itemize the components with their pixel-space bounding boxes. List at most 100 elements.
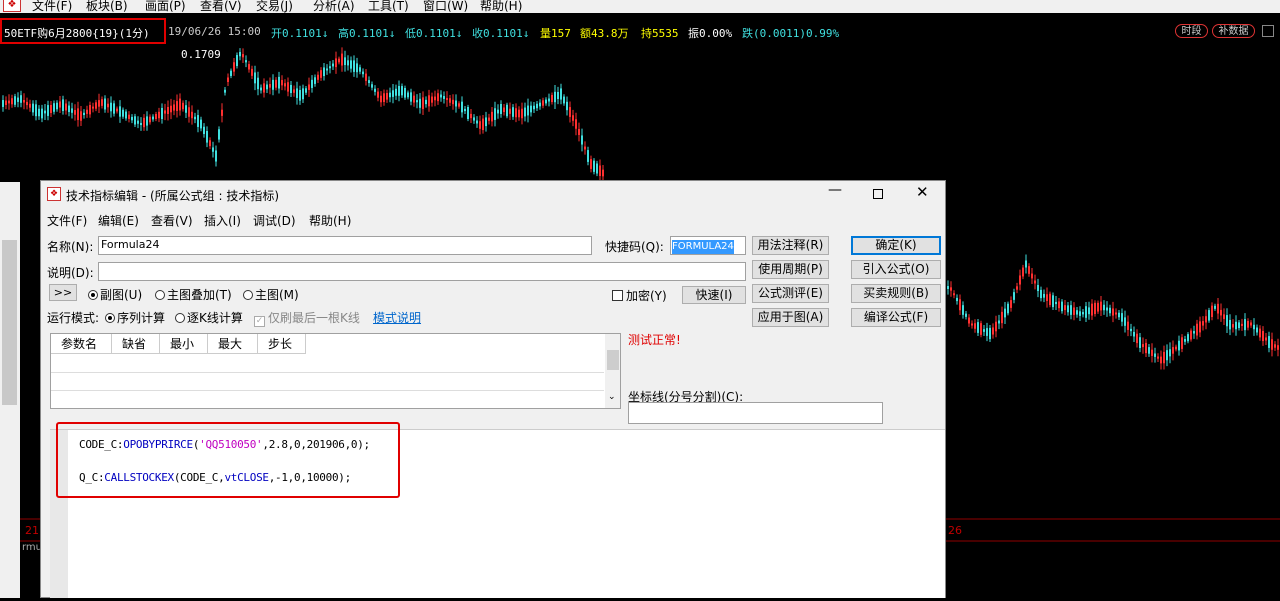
candle-body bbox=[458, 103, 460, 107]
grid-scroll-down-icon[interactable]: ⌄ bbox=[608, 392, 616, 402]
close-icon[interactable]: ✕ bbox=[916, 183, 929, 201]
formula-test-button[interactable]: 公式测评(E) bbox=[752, 284, 829, 303]
grid-scrollbar[interactable]: ⌄ bbox=[605, 334, 620, 408]
radio-per-bar[interactable]: 逐K线计算 bbox=[175, 309, 243, 326]
menu-window[interactable]: 窗口(W) bbox=[423, 0, 468, 13]
desc-input[interactable] bbox=[98, 262, 746, 281]
candle-body bbox=[464, 108, 466, 112]
candle-body bbox=[1262, 330, 1264, 342]
dialog-menu-help[interactable]: 帮助(H) bbox=[309, 212, 351, 229]
chart-close-icon[interactable] bbox=[1262, 25, 1274, 37]
candle-body bbox=[602, 169, 604, 177]
radio-sub-chart[interactable]: 副图(U) bbox=[88, 286, 142, 303]
compile-formula-button[interactable]: 编译公式(F) bbox=[851, 308, 941, 327]
radio-sequence[interactable]: 序列计算 bbox=[105, 309, 165, 326]
menu-analysis[interactable]: 分析(A) bbox=[313, 0, 355, 13]
candle-body bbox=[506, 104, 508, 117]
candle-body bbox=[563, 96, 565, 104]
candle-body bbox=[389, 92, 391, 98]
apply-to-chart-button[interactable]: 应用于图(A) bbox=[752, 308, 829, 327]
import-formula-button[interactable]: 引入公式(O) bbox=[851, 260, 941, 279]
candle-body bbox=[983, 329, 985, 332]
candle-body bbox=[278, 76, 280, 89]
candle-body bbox=[1148, 347, 1150, 354]
menu-block[interactable]: 板块(B) bbox=[86, 0, 128, 13]
radio-sub-chart-label: 副图(U) bbox=[100, 288, 143, 302]
minimize-icon[interactable]: — bbox=[828, 182, 842, 198]
candle-body bbox=[71, 108, 73, 113]
encrypt-checkbox[interactable]: 加密(Y) bbox=[612, 287, 667, 304]
candle-body bbox=[341, 53, 343, 66]
radio-main-chart[interactable]: 主图(M) bbox=[243, 286, 299, 303]
candle-body bbox=[386, 92, 388, 100]
quick-button[interactable]: 快速(I) bbox=[682, 286, 746, 304]
use-period-button[interactable]: 使用周期(P) bbox=[752, 260, 829, 279]
dialog-menu-insert[interactable]: 插入(I) bbox=[204, 212, 241, 229]
candle-body bbox=[1040, 289, 1042, 299]
parameter-grid[interactable]: 参数名 缺省 最小 最大 步长 ⌄ bbox=[50, 333, 621, 409]
candle-body bbox=[95, 102, 97, 109]
grid-scroll-thumb[interactable] bbox=[607, 350, 619, 370]
quote-open: 开0.1101↓ bbox=[271, 27, 329, 40]
candle-body bbox=[206, 131, 208, 143]
dialog-menu-debug[interactable]: 调试(D) bbox=[253, 212, 296, 229]
candle-body bbox=[557, 91, 559, 100]
name-input[interactable]: Formula24 bbox=[98, 236, 592, 255]
candle-body bbox=[422, 97, 424, 110]
menu-view[interactable]: 查看(V) bbox=[200, 0, 242, 13]
candle-body bbox=[257, 77, 259, 90]
mode-help-link[interactable]: 模式说明 bbox=[373, 309, 421, 326]
time-period-button[interactable]: 时段 bbox=[1175, 24, 1208, 38]
candle-body bbox=[26, 101, 28, 106]
trade-rules-button[interactable]: 买卖规则(B) bbox=[851, 284, 941, 303]
usage-notes-button[interactable]: 用法注释(R) bbox=[752, 236, 829, 255]
candle-body bbox=[266, 84, 268, 90]
candle-body bbox=[500, 104, 502, 114]
grid-header-max: 最大 bbox=[208, 334, 258, 354]
menu-help[interactable]: 帮助(H) bbox=[480, 0, 522, 13]
maximize-icon[interactable] bbox=[873, 189, 883, 199]
dialog-menu-view[interactable]: 查看(V) bbox=[151, 212, 193, 229]
candle-body bbox=[1187, 334, 1189, 342]
candle-body bbox=[1013, 292, 1015, 300]
candle-body bbox=[164, 110, 166, 114]
candle-body bbox=[1199, 321, 1201, 333]
candle-body bbox=[1223, 314, 1225, 319]
candle-body bbox=[521, 108, 523, 119]
candle-body bbox=[1124, 317, 1126, 326]
dialog-menu-file[interactable]: 文件(F) bbox=[47, 212, 87, 229]
ok-button[interactable]: 确定(K) bbox=[851, 236, 941, 255]
coord-input[interactable] bbox=[628, 402, 883, 424]
chart-high-label: 0.1709 bbox=[181, 48, 221, 61]
left-scrollbar[interactable] bbox=[2, 240, 17, 405]
menu-tools[interactable]: 工具(T) bbox=[368, 0, 409, 13]
candle-body bbox=[1064, 305, 1066, 311]
candle-body bbox=[320, 70, 322, 78]
candle-body bbox=[89, 105, 91, 115]
only-last-bar-checkbox[interactable]: ✓ 仅刷最后一根K线 bbox=[254, 309, 360, 327]
candle-body bbox=[335, 58, 337, 68]
candle-body bbox=[980, 323, 982, 335]
grid-row-line-2 bbox=[51, 390, 604, 391]
candle-body bbox=[347, 60, 349, 66]
candle-body bbox=[392, 90, 394, 97]
shortcut-input[interactable]: FORMULA24 bbox=[670, 236, 746, 255]
dialog-app-icon: ❖ bbox=[47, 187, 61, 201]
candle-body bbox=[56, 102, 58, 110]
menu-screen[interactable]: 画面(P) bbox=[145, 0, 186, 13]
candle-body bbox=[1019, 275, 1021, 285]
menu-trade[interactable]: 交易(J) bbox=[256, 0, 293, 13]
restore-data-button[interactable]: 补数据 bbox=[1212, 24, 1255, 38]
candle-body bbox=[110, 102, 112, 112]
candle-body bbox=[353, 60, 355, 72]
candle-body bbox=[131, 116, 133, 121]
menu-file[interactable]: 文件(F) bbox=[32, 0, 72, 13]
radio-main-overlay[interactable]: 主图叠加(T) bbox=[155, 286, 232, 303]
candle-body bbox=[401, 86, 403, 96]
radio-main-chart-label: 主图(M) bbox=[255, 288, 299, 302]
candle-body bbox=[116, 108, 118, 112]
dialog-menu-edit[interactable]: 编辑(E) bbox=[98, 212, 139, 229]
candle-body bbox=[503, 107, 505, 112]
candle-body bbox=[398, 85, 400, 96]
expand-button[interactable]: >> bbox=[49, 284, 77, 301]
